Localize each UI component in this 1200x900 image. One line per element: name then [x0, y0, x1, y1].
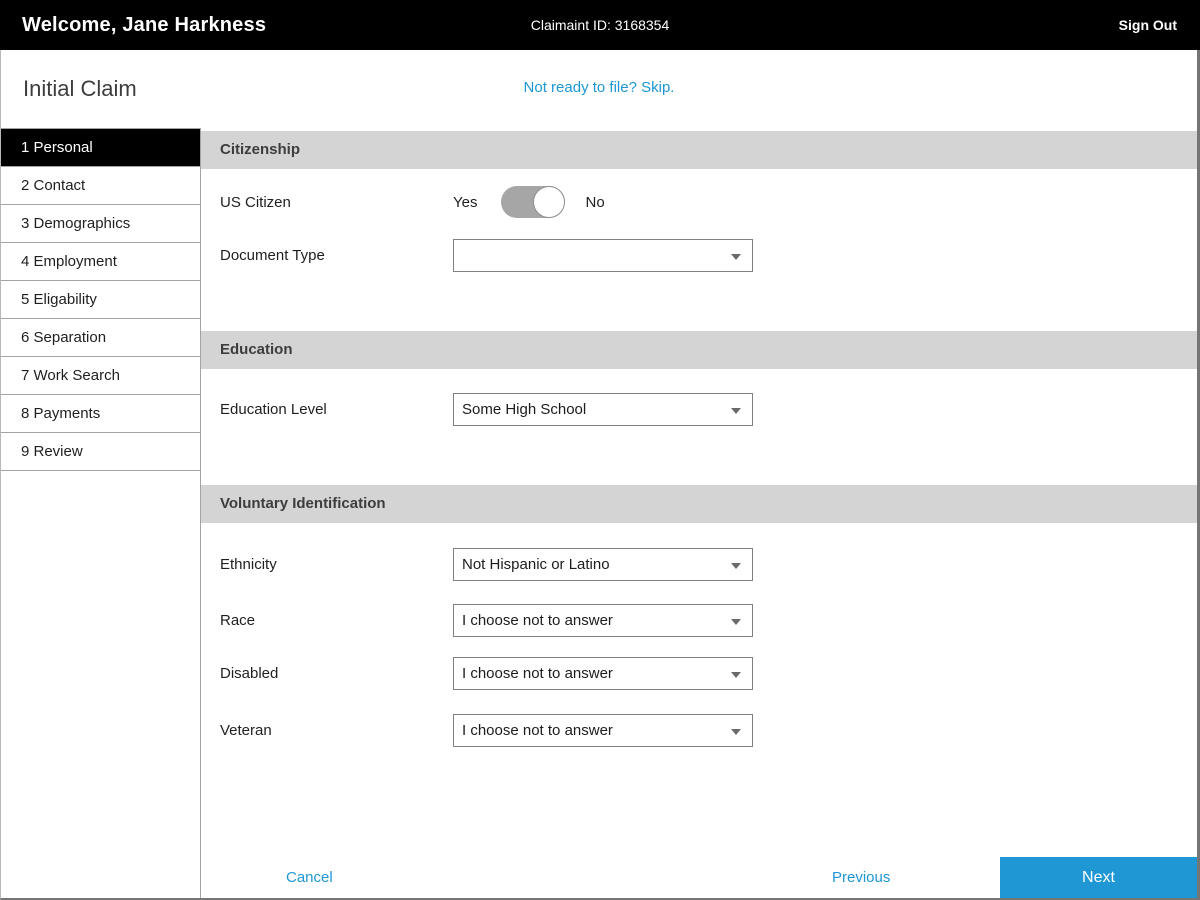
race-value: I choose not to answer: [462, 612, 613, 629]
sidebar-item-employment[interactable]: 4 Employment: [1, 243, 200, 281]
skip-link[interactable]: Not ready to file? Skip.: [524, 79, 675, 96]
education-level-row: Education Level Some High School: [201, 393, 1197, 426]
disabled-select[interactable]: I choose not to answer: [453, 657, 753, 690]
sidebar-item-payments[interactable]: 8 Payments: [1, 395, 200, 433]
veteran-select[interactable]: I choose not to answer: [453, 714, 753, 747]
veteran-value: I choose not to answer: [462, 722, 613, 739]
form-content: Citizenship US Citizen Yes No Document T…: [201, 128, 1197, 900]
sidebar-item-personal[interactable]: 1 Personal: [1, 129, 200, 167]
sidebar-item-contact[interactable]: 2 Contact: [1, 167, 200, 205]
disabled-row: Disabled I choose not to answer: [201, 657, 1197, 690]
us-citizen-yes-label: Yes: [453, 194, 477, 211]
chevron-down-icon: [731, 619, 741, 625]
next-button[interactable]: Next: [1000, 857, 1197, 899]
claimant-id: Claimaint ID: 3168354: [531, 17, 670, 33]
race-select[interactable]: I choose not to answer: [453, 604, 753, 637]
chevron-down-icon: [731, 408, 741, 414]
race-label: Race: [201, 612, 453, 629]
sidebar-item-eligability[interactable]: 5 Eligability: [1, 281, 200, 319]
education-level-select[interactable]: Some High School: [453, 393, 753, 426]
chevron-down-icon: [731, 729, 741, 735]
us-citizen-no-label: No: [585, 194, 604, 211]
sidebar-item-work-search[interactable]: 7 Work Search: [1, 357, 200, 395]
steps-sidebar: 1 Personal 2 Contact 3 Demographics 4 Em…: [1, 128, 201, 900]
us-citizen-toggle[interactable]: [501, 186, 565, 218]
toggle-knob: [533, 186, 565, 218]
race-row: Race I choose not to answer: [201, 604, 1197, 637]
chevron-down-icon: [731, 672, 741, 678]
education-level-value: Some High School: [462, 401, 586, 418]
sidebar-item-review[interactable]: 9 Review: [1, 433, 200, 471]
ethnicity-select[interactable]: Not Hispanic or Latino: [453, 548, 753, 581]
disabled-label: Disabled: [201, 665, 453, 682]
disabled-value: I choose not to answer: [462, 665, 613, 682]
sign-out-link[interactable]: Sign Out: [1119, 17, 1177, 33]
section-header-education: Education: [201, 331, 1197, 369]
page-frame: Initial Claim Not ready to file? Skip. 1…: [0, 50, 1200, 900]
top-bar: Welcome, Jane Harkness Claimaint ID: 316…: [0, 0, 1200, 50]
sidebar-item-demographics[interactable]: 3 Demographics: [1, 205, 200, 243]
page-title: Initial Claim: [23, 76, 137, 102]
document-type-row: Document Type: [201, 239, 1197, 272]
us-citizen-label: US Citizen: [201, 194, 453, 211]
ethnicity-label: Ethnicity: [201, 556, 453, 573]
section-header-voluntary-identification: Voluntary Identification: [201, 485, 1197, 523]
veteran-label: Veteran: [201, 722, 453, 739]
chevron-down-icon: [731, 254, 741, 260]
ethnicity-value: Not Hispanic or Latino: [462, 556, 610, 573]
sidebar-item-separation[interactable]: 6 Separation: [1, 319, 200, 357]
page-header: Initial Claim Not ready to file? Skip.: [1, 50, 1197, 128]
ethnicity-row: Ethnicity Not Hispanic or Latino: [201, 548, 1197, 581]
cancel-button[interactable]: Cancel: [286, 869, 333, 886]
welcome-title: Welcome, Jane Harkness: [22, 14, 266, 37]
previous-button[interactable]: Previous: [832, 869, 890, 886]
chevron-down-icon: [731, 563, 741, 569]
section-header-citizenship: Citizenship: [201, 131, 1197, 169]
us-citizen-row: US Citizen Yes No: [201, 186, 1197, 218]
document-type-select[interactable]: [453, 239, 753, 272]
veteran-row: Veteran I choose not to answer: [201, 714, 1197, 747]
education-level-label: Education Level: [201, 401, 453, 418]
document-type-label: Document Type: [201, 247, 453, 264]
